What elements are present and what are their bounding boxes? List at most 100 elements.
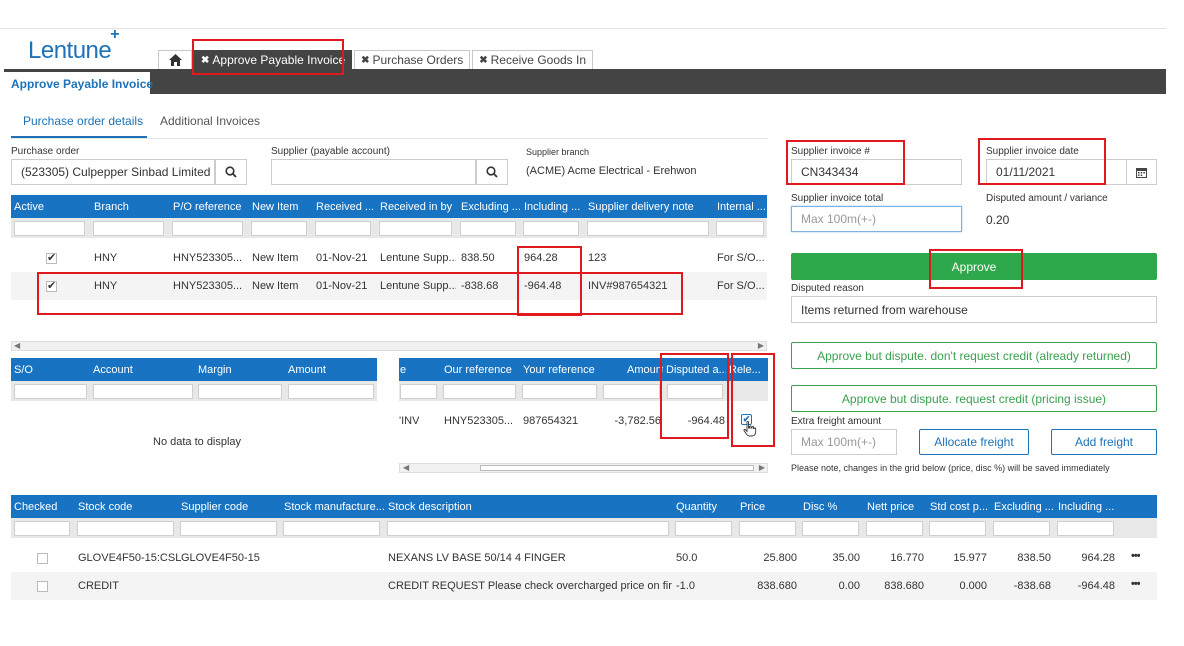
scroll-right-icon[interactable]: ▶ — [758, 341, 764, 350]
filter-input[interactable] — [523, 221, 579, 236]
col-std-cost[interactable]: Std cost p... — [930, 501, 990, 513]
extra-freight-field[interactable]: Max 100m(+-) — [791, 429, 897, 455]
scroll-left-icon[interactable]: ◀ — [14, 341, 20, 350]
more-actions-icon[interactable]: ••• — [1131, 550, 1140, 562]
filter-input[interactable] — [587, 221, 709, 236]
supplier-invoice-no-field[interactable]: CN343434 — [791, 159, 962, 185]
col-stock-manufacturer[interactable]: Stock manufacture... — [284, 501, 384, 513]
more-actions-icon[interactable]: ••• — [1131, 578, 1140, 590]
filter-input[interactable] — [1057, 521, 1114, 536]
filter-input[interactable] — [993, 521, 1050, 536]
scroll-right-icon[interactable]: ▶ — [759, 463, 765, 472]
subtab-purchase-order-details[interactable]: Purchase order details — [23, 114, 143, 128]
col-branch[interactable]: Branch — [94, 201, 129, 213]
filter-input[interactable] — [603, 384, 660, 399]
col-received-in-by[interactable]: Received in by — [380, 201, 452, 213]
filter-input[interactable] — [77, 521, 174, 536]
col-account[interactable]: Account — [93, 364, 133, 376]
table-row[interactable]: ✔ HNY HNY523305... New Item 01-Nov-21 Le… — [11, 244, 767, 272]
col-so[interactable]: S/O — [14, 364, 33, 376]
add-freight-button[interactable]: Add freight — [1051, 429, 1157, 455]
col-type[interactable]: e — [400, 364, 406, 376]
col-price[interactable]: Price — [740, 501, 765, 513]
tab-home[interactable] — [158, 50, 192, 69]
col-nett-price[interactable]: Nett price — [867, 501, 914, 513]
subtab-additional-invoices[interactable]: Additional Invoices — [160, 114, 260, 128]
filter-input[interactable] — [14, 521, 70, 536]
table-row[interactable]: GLOVE4F50-15:CSL GLOVE4F50-15 NEXANS LV … — [11, 544, 1157, 572]
filter-input[interactable] — [379, 221, 452, 236]
po-lines-scrollbar[interactable]: ◀ ▶ — [11, 341, 767, 351]
close-icon[interactable]: ✖ — [361, 55, 369, 66]
col-new-item[interactable]: New Item — [252, 201, 298, 213]
page-tab[interactable]: Approve Payable Invoice — [4, 72, 153, 94]
filter-input[interactable] — [315, 221, 371, 236]
col-excluding[interactable]: Excluding ... — [461, 201, 521, 213]
col-internal[interactable]: Internal ... — [717, 201, 767, 213]
close-icon[interactable]: ✖ — [201, 55, 209, 66]
tab-receive-goods-in[interactable]: ✖ Receive Goods In — [472, 50, 594, 69]
supplier-search-button[interactable] — [476, 159, 508, 185]
col-release[interactable]: Rele... — [729, 364, 765, 376]
filter-input[interactable] — [283, 521, 380, 536]
col-including[interactable]: Including ... — [524, 201, 584, 213]
scroll-left-icon[interactable]: ◀ — [403, 463, 409, 472]
col-checked[interactable]: Checked — [14, 501, 57, 513]
filter-input[interactable] — [739, 521, 796, 536]
scroll-thumb[interactable] — [480, 465, 754, 471]
filter-input[interactable] — [929, 521, 986, 536]
col-disc[interactable]: Disc % — [803, 501, 837, 513]
filter-input[interactable] — [443, 384, 516, 399]
close-icon[interactable]: ✖ — [479, 55, 487, 66]
col-stock-description[interactable]: Stock description — [388, 501, 472, 513]
supplier-invoice-total-field[interactable]: Max 100m(+-) — [791, 206, 962, 232]
filter-input[interactable] — [251, 221, 307, 236]
tab-approve-payable-invoice[interactable]: ✖ Approve Payable Invoice — [194, 50, 353, 69]
checked-checkbox[interactable] — [37, 553, 48, 564]
filter-input[interactable] — [716, 221, 764, 236]
supplier-code-link[interactable]: GLOVE4F50-15 — [181, 552, 260, 564]
checked-checkbox[interactable] — [37, 581, 48, 592]
date-picker-button[interactable] — [1126, 159, 1157, 185]
supplier-invoice-date-field[interactable]: 01/11/2021 — [986, 159, 1127, 185]
filter-input[interactable] — [14, 384, 87, 399]
new-item-link[interactable]: New Item — [252, 252, 298, 264]
filter-input[interactable] — [288, 384, 374, 399]
filter-input[interactable] — [460, 221, 516, 236]
purchase-order-field[interactable]: (523305) Culpepper Sinbad Limited — [11, 159, 215, 185]
filter-input[interactable] — [667, 384, 723, 399]
allocate-freight-button[interactable]: Allocate freight — [919, 429, 1029, 455]
col-po-reference[interactable]: P/O reference — [173, 201, 241, 213]
filter-input[interactable] — [675, 521, 732, 536]
col-received[interactable]: Received ... — [316, 201, 376, 213]
invoices-scrollbar[interactable]: ◀ ▶ — [399, 463, 768, 473]
col-disputed-amount[interactable]: Disputed a... — [666, 364, 726, 376]
col-active[interactable]: Active — [14, 201, 44, 213]
col-stock-code[interactable]: Stock code — [78, 501, 132, 513]
col-excluding[interactable]: Excluding ... — [994, 501, 1054, 513]
filter-input[interactable] — [14, 221, 85, 236]
table-row[interactable]: CREDIT CREDIT REQUEST Please check overc… — [11, 572, 1157, 600]
supplier-field[interactable] — [271, 159, 476, 185]
filter-input[interactable] — [400, 384, 437, 399]
filter-input[interactable] — [172, 221, 243, 236]
table-row[interactable]: ✔ HNY HNY523305... New Item 01-Nov-21 Le… — [11, 272, 767, 300]
approve-dispute-request-credit-button[interactable]: Approve but dispute. request credit (pri… — [791, 385, 1157, 412]
approve-dispute-no-credit-button[interactable]: Approve but dispute. don't request credi… — [791, 342, 1157, 369]
filter-input[interactable] — [522, 384, 597, 399]
filter-input[interactable] — [802, 521, 859, 536]
col-our-reference[interactable]: Our reference — [444, 364, 512, 376]
filter-input[interactable] — [93, 221, 164, 236]
purchase-order-search-button[interactable] — [215, 159, 247, 185]
col-amount[interactable]: Amount — [288, 364, 326, 376]
tab-purchase-orders[interactable]: ✖ Purchase Orders — [354, 50, 471, 69]
col-quantity[interactable]: Quantity — [676, 501, 717, 513]
new-item-link[interactable]: New Item — [252, 280, 298, 292]
col-your-reference[interactable]: Your reference — [523, 364, 595, 376]
filter-input[interactable] — [198, 384, 282, 399]
approve-button[interactable]: Approve — [791, 253, 1157, 280]
filter-input[interactable] — [180, 521, 277, 536]
col-supplier-delivery-note[interactable]: Supplier delivery note — [588, 201, 694, 213]
table-row[interactable]: 'INV HNY523305... 987654321 -3,782.56 -9… — [399, 407, 768, 437]
disputed-reason-field[interactable]: Items returned from warehouse — [791, 296, 1157, 323]
